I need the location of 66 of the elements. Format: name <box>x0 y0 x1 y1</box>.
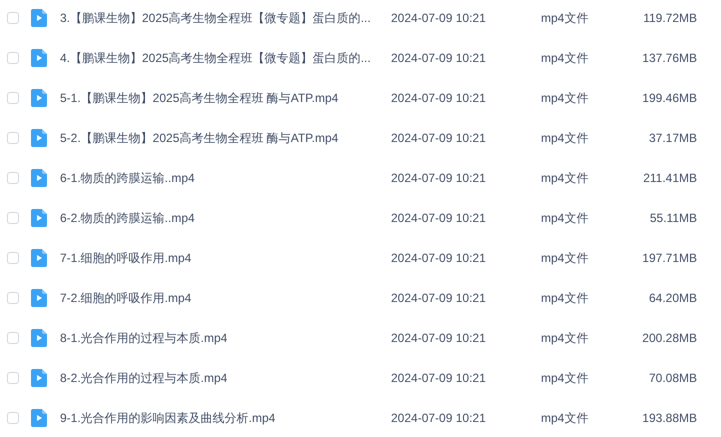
row-checkbox[interactable] <box>7 252 19 264</box>
file-size: 70.08MB <box>648 371 697 385</box>
modified-date: 2024-07-09 10:21 <box>391 411 487 425</box>
row-checkbox[interactable] <box>7 12 19 24</box>
video-file-icon <box>31 9 47 27</box>
file-type: mp4文件 <box>541 250 590 266</box>
file-name[interactable]: 7-2.细胞的呼吸作用.mp4 <box>60 290 380 306</box>
video-file-icon <box>31 49 47 67</box>
file-type: mp4文件 <box>541 370 590 386</box>
row-checkbox[interactable] <box>7 292 19 304</box>
row-checkbox[interactable] <box>7 372 19 384</box>
modified-date: 2024-07-09 10:21 <box>391 11 487 25</box>
file-type: mp4文件 <box>541 130 590 146</box>
file-size: 199.46MB <box>641 91 697 105</box>
video-file-icon <box>31 129 47 147</box>
file-name[interactable]: 4.【鹏课生物】2025高考生物全程班【微专题】蛋白质的... <box>60 50 380 66</box>
file-name[interactable]: 5-1.【鹏课生物】2025高考生物全程班 酶与ATP.mp4 <box>60 90 380 106</box>
row-checkbox[interactable] <box>7 52 19 64</box>
modified-date: 2024-07-09 10:21 <box>391 131 487 145</box>
video-file-icon <box>31 209 47 227</box>
file-name[interactable]: 5-2.【鹏课生物】2025高考生物全程班 酶与ATP.mp4 <box>60 130 380 146</box>
video-file-icon <box>31 329 47 347</box>
row-checkbox[interactable] <box>7 172 19 184</box>
file-size: 193.88MB <box>641 411 697 425</box>
file-type: mp4文件 <box>541 210 590 226</box>
video-file-icon <box>31 169 47 187</box>
video-file-icon <box>31 369 47 387</box>
row-checkbox[interactable] <box>7 132 19 144</box>
file-size: 200.28MB <box>641 331 697 345</box>
video-file-icon <box>31 409 47 427</box>
video-file-icon <box>31 249 47 267</box>
file-size: 137.76MB <box>641 51 697 65</box>
file-name[interactable]: 7-1.细胞的呼吸作用.mp4 <box>60 250 380 266</box>
file-type: mp4文件 <box>541 10 590 26</box>
file-size: 64.20MB <box>648 291 697 305</box>
file-name[interactable]: 6-1.物质的跨膜运输..mp4 <box>60 170 380 186</box>
file-type: mp4文件 <box>541 170 590 186</box>
modified-date: 2024-07-09 10:21 <box>391 291 487 305</box>
modified-date: 2024-07-09 10:21 <box>391 171 487 185</box>
file-size: 55.11MB <box>648 211 697 225</box>
file-type: mp4文件 <box>541 90 590 106</box>
file-type: mp4文件 <box>541 330 590 346</box>
modified-date: 2024-07-09 10:21 <box>391 251 487 265</box>
video-file-icon <box>31 89 47 107</box>
file-size: 197.71MB <box>641 251 697 265</box>
file-size: 37.17MB <box>648 131 697 145</box>
file-size: 211.41MB <box>642 171 697 185</box>
file-name[interactable]: 3.【鹏课生物】2025高考生物全程班【微专题】蛋白质的... <box>60 10 380 26</box>
row-checkbox[interactable] <box>7 332 19 344</box>
file-size: 119.72MB <box>642 11 697 25</box>
modified-date: 2024-07-09 10:21 <box>391 91 487 105</box>
file-type: mp4文件 <box>541 410 590 426</box>
video-file-icon <box>31 289 47 307</box>
file-type: mp4文件 <box>541 290 590 306</box>
file-type: mp4文件 <box>541 50 590 66</box>
row-checkbox[interactable] <box>7 212 19 224</box>
modified-date: 2024-07-09 10:21 <box>391 51 487 65</box>
file-name[interactable]: 9-1.光合作用的影响因素及曲线分析.mp4 <box>60 410 380 426</box>
row-checkbox[interactable] <box>7 92 19 104</box>
file-name[interactable]: 8-1.光合作用的过程与本质.mp4 <box>60 330 380 346</box>
file-name[interactable]: 8-2.光合作用的过程与本质.mp4 <box>60 370 380 386</box>
modified-date: 2024-07-09 10:21 <box>391 211 487 225</box>
row-checkbox[interactable] <box>7 412 19 424</box>
modified-date: 2024-07-09 10:21 <box>391 371 487 385</box>
file-name[interactable]: 6-2.物质的跨膜运输..mp4 <box>60 210 380 226</box>
modified-date: 2024-07-09 10:21 <box>391 331 487 345</box>
